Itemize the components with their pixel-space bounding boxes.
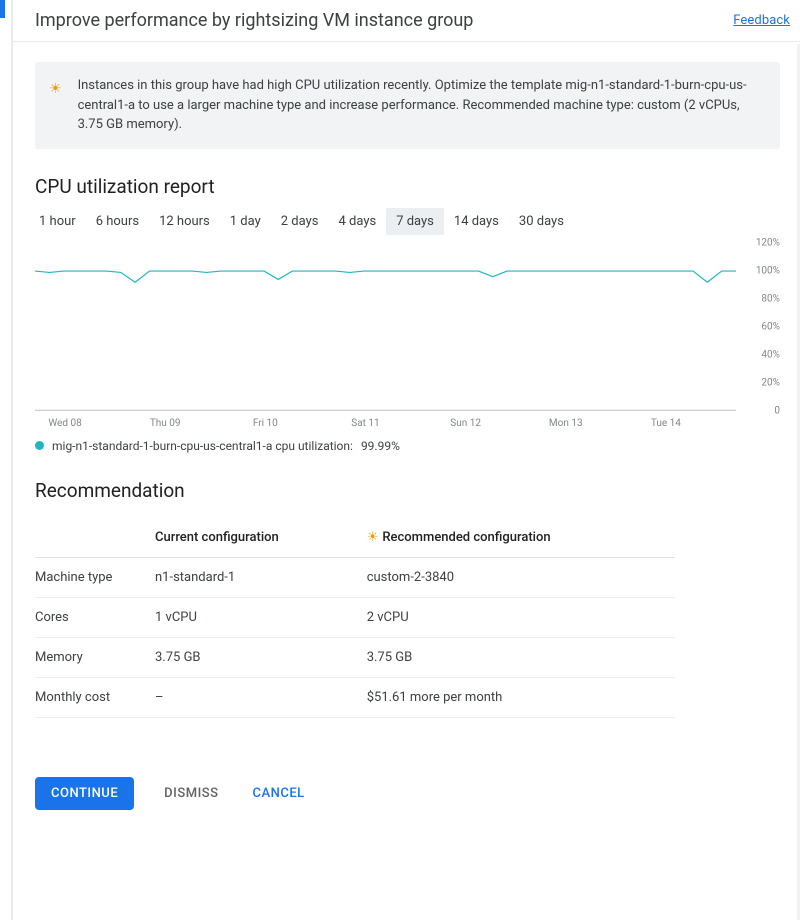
x-axis-tick-label: Wed 08 <box>48 418 81 429</box>
feedback-link[interactable]: Feedback <box>733 13 790 28</box>
time-range-option[interactable]: 12 hours <box>149 208 220 235</box>
x-axis-tick-label: Fri 10 <box>253 418 278 429</box>
row-recommended: custom-2-3840 <box>367 557 675 597</box>
table-row: Memory3.75 GB3.75 GB <box>35 637 675 677</box>
action-bar: CONTINUE DISMISS CANCEL <box>35 777 309 810</box>
cancel-button[interactable]: CANCEL <box>249 777 309 810</box>
time-range-option[interactable]: 7 days <box>386 208 444 235</box>
row-current: 3.75 GB <box>155 637 367 677</box>
x-axis-tick-label: Tue 14 <box>651 418 681 429</box>
recommendation-banner: ☀ Instances in this group have had high … <box>35 62 780 149</box>
panel-titlebar: Improve performance by rightsizing VM in… <box>13 0 800 42</box>
row-recommended: $51.61 more per month <box>367 677 675 717</box>
time-range-option[interactable]: 14 days <box>444 208 509 235</box>
chart-series-line <box>35 271 736 282</box>
table-header-recommended: ☀Recommended configuration <box>367 520 675 558</box>
table-row: Monthly cost–$51.61 more per month <box>35 677 675 717</box>
lightbulb-icon: ☀ <box>367 530 379 545</box>
time-range-option[interactable]: 1 day <box>220 208 271 235</box>
legend-series-name: mig-n1-standard-1-burn-cpu-us-central1-a… <box>52 439 353 453</box>
table-header-blank <box>35 520 155 558</box>
panel-title: Improve performance by rightsizing VM in… <box>35 10 473 31</box>
row-current: n1-standard-1 <box>155 557 367 597</box>
recommendation-table: Current configuration ☀Recommended confi… <box>35 520 675 718</box>
time-range-option[interactable]: 1 hour <box>29 208 86 235</box>
legend-series-value: 99.99% <box>361 439 400 453</box>
gcp-blue-accent <box>0 0 5 18</box>
time-range-selector: 1 hour6 hours12 hours1 day2 days4 days7 … <box>29 208 780 235</box>
table-header-recommended-label: Recommended configuration <box>382 530 550 545</box>
cpu-utilization-chart: 020%40%60%80%100%120% Wed 08Thu 09Fri 10… <box>35 243 780 433</box>
chart-x-axis-labels: Wed 08 Thu 09 Fri 10 Sat 11 Sun 12 Mon 13 Tue … <box>35 413 736 433</box>
table-row: Machine typen1-standard-1custom-2-3840 <box>35 557 675 597</box>
row-label: Memory <box>35 637 155 677</box>
y-axis-tick-label: 100% <box>756 265 780 276</box>
time-range-option[interactable]: 6 hours <box>86 208 149 235</box>
continue-button[interactable]: CONTINUE <box>35 777 134 810</box>
time-range-option[interactable]: 4 days <box>328 208 386 235</box>
page-root: Improve performance by rightsizing VM in… <box>0 0 800 920</box>
x-axis-tick-label: Mon 13 <box>549 418 583 429</box>
y-axis-tick-label: 80% <box>761 293 780 304</box>
report-heading: CPU utilization report <box>35 175 780 198</box>
row-label: Monthly cost <box>35 677 155 717</box>
dismiss-button[interactable]: DISMISS <box>160 777 222 810</box>
y-axis-tick-label: 20% <box>761 377 780 388</box>
y-axis-tick-label: 120% <box>756 237 780 248</box>
chart-plot-area <box>35 243 736 411</box>
x-axis-tick-label: Thu 09 <box>150 418 181 429</box>
background-page-sliver <box>0 0 12 920</box>
y-axis-tick-label: 0 <box>774 405 780 416</box>
panel-content: ☀ Instances in this group have had high … <box>13 42 800 718</box>
recommendation-heading: Recommendation <box>35 479 780 502</box>
table-header-row: Current configuration ☀Recommended confi… <box>35 520 675 558</box>
row-label: Cores <box>35 597 155 637</box>
side-panel: Improve performance by rightsizing VM in… <box>12 0 800 920</box>
time-range-option[interactable]: 30 days <box>509 208 574 235</box>
chart-y-axis: 020%40%60%80%100%120% <box>740 243 780 411</box>
recommendation-section: Current configuration ☀Recommended confi… <box>35 520 780 718</box>
time-range-option[interactable]: 2 days <box>271 208 329 235</box>
row-recommended: 2 vCPU <box>367 597 675 637</box>
row-current: 1 vCPU <box>155 597 367 637</box>
table-header-current: Current configuration <box>155 520 367 558</box>
y-axis-tick-label: 40% <box>761 349 780 360</box>
x-axis-tick-label: Sat 11 <box>351 418 379 429</box>
lightbulb-icon: ☀ <box>49 76 62 96</box>
table-row: Cores1 vCPU2 vCPU <box>35 597 675 637</box>
banner-text: Instances in this group have had high CP… <box>78 76 764 135</box>
chart-legend: mig-n1-standard-1-burn-cpu-us-central1-a… <box>35 439 780 453</box>
row-label: Machine type <box>35 557 155 597</box>
legend-color-swatch <box>35 441 44 450</box>
x-axis-tick-label: Sun 12 <box>450 418 481 429</box>
y-axis-tick-label: 60% <box>761 321 780 332</box>
row-current: – <box>155 677 367 717</box>
row-recommended: 3.75 GB <box>367 637 675 677</box>
